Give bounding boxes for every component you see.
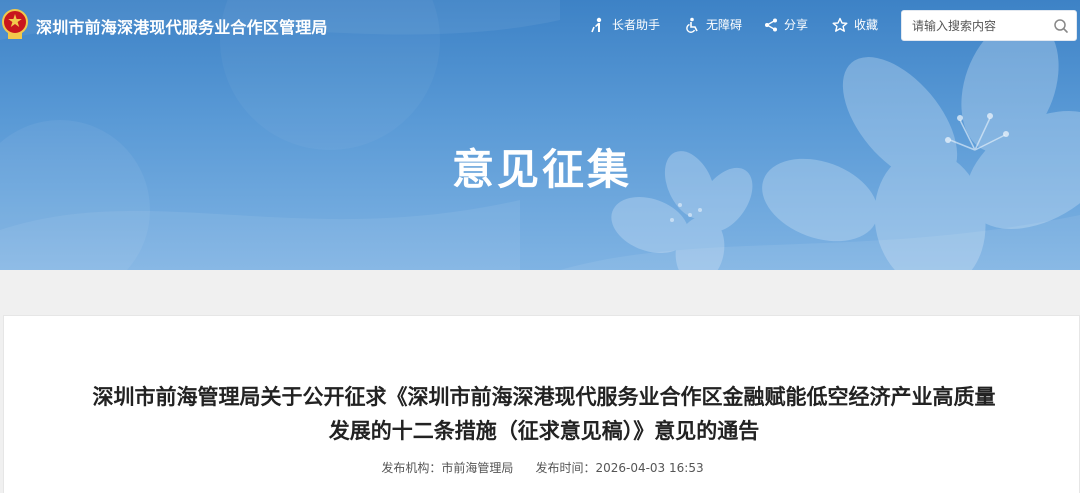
elder-assistant-button[interactable]: 长者助手 (590, 16, 660, 33)
publish-time-label: 发布时间： (535, 461, 596, 475)
accessibility-icon (686, 17, 698, 33)
publisher-label: 发布机构： (381, 461, 442, 475)
favorite-button[interactable]: 收藏 (832, 16, 878, 33)
article-card: 深圳市前海管理局关于公开征求《深圳市前海深港现代服务业合作区金融赋能低空经济产业… (3, 315, 1080, 493)
publisher-value: 市前海管理局 (441, 461, 514, 475)
elder-assistant-label: 长者助手 (612, 18, 661, 32)
star-icon (832, 17, 848, 32)
share-button[interactable]: 分享 (764, 16, 808, 33)
article-title: 深圳市前海管理局关于公开征求《深圳市前海深港现代服务业合作区金融赋能低空经济产业… (92, 385, 996, 443)
share-icon (765, 18, 777, 31)
page-title-text: 意见征集 (451, 145, 632, 194)
emblem-icon[interactable] (2, 8, 28, 42)
search-icon[interactable] (1053, 18, 1069, 34)
site-title[interactable]: 深圳市前海深港现代服务业合作区管理局 (36, 14, 328, 38)
publish-time-value: 2026-04-03 16:53 (595, 461, 704, 475)
share-label: 分享 (784, 18, 809, 32)
article-meta: 发布机构：市前海管理局 发布时间：2026-04-03 16:53 (4, 459, 1080, 476)
top-bar: 深圳市前海深港现代服务业合作区管理局 长者助手 无障碍 分享 收藏 (0, 0, 1080, 52)
accessibility-button[interactable]: 无障碍 (684, 16, 742, 33)
search-input[interactable] (902, 11, 1052, 40)
page-title: 意见征集 (0, 136, 1080, 197)
elder-icon (591, 17, 602, 32)
search-box (901, 10, 1077, 41)
accessibility-label: 无障碍 (706, 18, 743, 32)
favorite-label: 收藏 (854, 18, 879, 32)
